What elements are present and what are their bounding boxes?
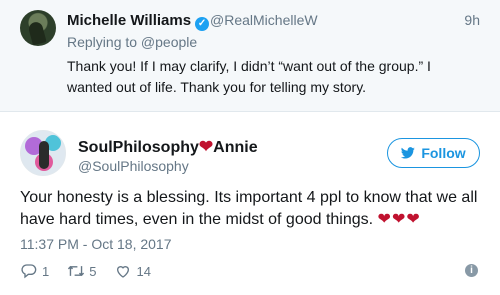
- twitter-bird-icon: [401, 147, 416, 159]
- tweet-text: Thank you! If I may clarify, I didn’t “w…: [67, 58, 431, 95]
- info-icon[interactable]: i: [465, 264, 478, 277]
- author-name-suffix: Annie: [213, 139, 258, 156]
- tweet-text: Your honesty is a blessing. Its importan…: [20, 187, 480, 231]
- tweet-actions: 1 5 14: [20, 262, 169, 280]
- follow-button-label: Follow: [421, 145, 466, 161]
- author-name[interactable]: SoulPhilosophy❤Annie: [78, 137, 258, 157]
- verified-icon: ✓: [195, 17, 210, 31]
- author-name[interactable]: Michelle Williams ✓: [67, 12, 210, 31]
- like-button[interactable]: 14: [114, 262, 151, 280]
- retweet-count: 5: [89, 263, 97, 279]
- avatar-figure: [39, 141, 49, 169]
- like-count: 14: [136, 263, 151, 279]
- reply-icon: [20, 262, 38, 280]
- like-icon: [114, 262, 132, 280]
- replying-to: Replying to @people: [67, 34, 198, 50]
- author-handle[interactable]: @SoulPhilosophy: [78, 158, 189, 174]
- follow-button[interactable]: Follow: [387, 138, 480, 168]
- author-name-text: Michelle Williams: [67, 12, 192, 29]
- tweet-embed: Michelle Williams ✓ @RealMichelleW 9h Rep…: [0, 0, 500, 295]
- avatar[interactable]: [20, 10, 56, 46]
- tweet-timestamp[interactable]: 11:37 PM - Oct 18, 2017: [20, 236, 172, 252]
- heart-emoji-icon: ❤❤❤: [377, 211, 421, 228]
- heart-emoji-icon: ❤: [198, 137, 214, 156]
- author-handle[interactable]: @RealMichelleW: [210, 12, 318, 28]
- tweet-time[interactable]: 9h: [464, 12, 480, 28]
- reply-count: 1: [42, 263, 50, 279]
- parent-tweet[interactable]: Michelle Williams ✓ @RealMichelleW 9h Rep…: [0, 0, 500, 112]
- reply-button[interactable]: 1: [20, 262, 49, 280]
- retweet-button[interactable]: 5: [67, 262, 96, 280]
- retweet-icon: [67, 262, 85, 280]
- author-name-text: SoulPhilosophy: [78, 139, 199, 156]
- avatar[interactable]: [20, 130, 66, 176]
